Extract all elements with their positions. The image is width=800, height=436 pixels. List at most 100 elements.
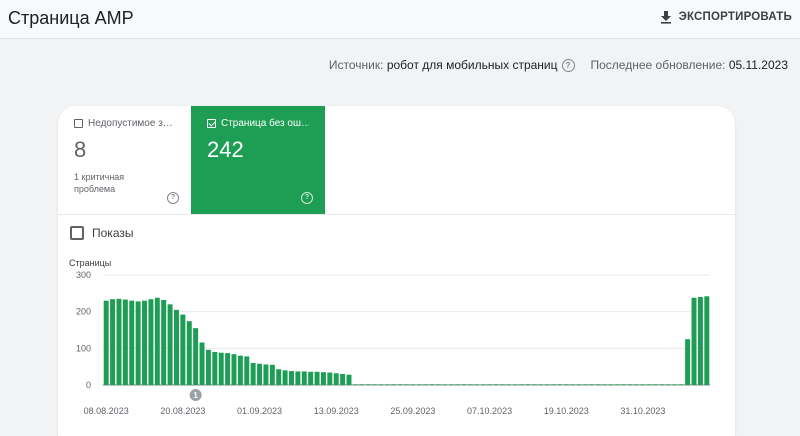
- bar: [359, 384, 365, 385]
- bar: [103, 300, 109, 385]
- bar: [557, 384, 563, 385]
- bar: [442, 384, 448, 385]
- bar: [659, 384, 665, 385]
- tile-valid[interactable]: Страница без ош… 242 ?: [191, 106, 325, 214]
- bar: [570, 384, 576, 385]
- bar: [672, 384, 678, 385]
- bar: [448, 384, 454, 385]
- tile-invalid[interactable]: Недопустимое з… 8 1 критичная проблема ?: [58, 106, 191, 214]
- help-icon[interactable]: ?: [561, 58, 575, 72]
- valid-count: 242: [207, 137, 244, 162]
- bar: [263, 364, 269, 385]
- bar: [327, 372, 333, 385]
- bar: [129, 300, 135, 385]
- bar: [314, 371, 320, 385]
- bar: [634, 384, 640, 385]
- bar: [199, 342, 205, 385]
- bar: [455, 384, 461, 385]
- x-tick-label: 25.09.2023: [390, 406, 435, 416]
- updated-label: Последнее обновление:: [590, 58, 726, 72]
- bar: [110, 299, 116, 385]
- y-tick-label: 100: [76, 343, 91, 353]
- bar: [550, 384, 556, 385]
- bar: [295, 371, 301, 385]
- bar: [595, 384, 601, 385]
- bar: [276, 369, 282, 385]
- impressions-toggle[interactable]: Показы: [70, 226, 133, 240]
- bar: [474, 384, 480, 385]
- pages-chart: Страницы 0 100 200 300 08.08.2023 20.08.2023 01…: [69, 258, 710, 416]
- bar: [173, 309, 179, 385]
- invalid-count: 8: [74, 137, 87, 162]
- bar: [704, 296, 710, 385]
- x-tick-label: 08.08.2023: [84, 406, 129, 416]
- x-tick-label: 20.08.2023: [160, 406, 205, 416]
- bar: [525, 384, 531, 385]
- y-axis-label: Страницы: [69, 258, 111, 268]
- bar: [435, 384, 441, 385]
- bar: [320, 372, 326, 385]
- bar: [678, 384, 684, 385]
- status-card: Недопустимое з… 8 1 критичная проблема ?…: [58, 106, 735, 436]
- bar: [225, 353, 231, 385]
- bar: [480, 384, 486, 385]
- y-tick-label: 300: [76, 270, 91, 280]
- bar: [531, 384, 537, 385]
- bar: [346, 374, 352, 385]
- source-value: робот для мобильных страниц: [386, 58, 558, 72]
- impressions-label: Показы: [92, 226, 134, 240]
- bar: [506, 384, 512, 385]
- bar: [372, 384, 378, 385]
- bar: [340, 374, 346, 385]
- bar: [665, 384, 671, 385]
- bar: [384, 384, 390, 385]
- y-tick-label: 200: [76, 307, 91, 317]
- bar: [589, 384, 595, 385]
- bar: [461, 384, 467, 385]
- invalid-label: Недопустимое з…: [88, 118, 173, 129]
- page-title: Страница AMP: [8, 8, 134, 28]
- top-bar: Страница AMP ЭКСПОРТИРОВАТЬ: [0, 0, 800, 39]
- invalid-help-icon[interactable]: ?: [167, 192, 179, 204]
- bar: [621, 384, 627, 385]
- bar: [423, 384, 429, 385]
- bar: [218, 352, 224, 385]
- bar: [614, 384, 620, 385]
- bar: [250, 363, 256, 385]
- export-label: ЭКСПОРТИРОВАТЬ: [678, 11, 792, 23]
- bar: [288, 371, 294, 385]
- bar: [602, 384, 608, 385]
- bar: [378, 384, 384, 385]
- x-tick-label: 01.09.2023: [237, 406, 282, 416]
- bar: [116, 298, 122, 385]
- x-tick-label: 19.10.2023: [544, 406, 589, 416]
- bar: [193, 328, 199, 385]
- bar: [142, 300, 148, 385]
- bar: [691, 297, 697, 385]
- bar: [544, 384, 550, 385]
- impressions-checkbox[interactable]: [70, 226, 84, 240]
- valid-label: Страница без ош…: [221, 118, 309, 129]
- invalid-checkbox[interactable]: [74, 119, 83, 128]
- updated-value: 05.11.2023: [728, 58, 788, 72]
- bar: [231, 354, 237, 385]
- bar: [646, 384, 652, 385]
- invalid-sub: 1 критичная проблема: [74, 172, 125, 194]
- bar: [512, 384, 518, 385]
- bar: [404, 384, 409, 385]
- bar: [205, 349, 211, 385]
- bar: [186, 321, 192, 385]
- annotation-label: 1: [193, 391, 198, 400]
- bar: [257, 363, 263, 385]
- report-meta: Источник: робот для мобильных страниц ? …: [329, 58, 788, 72]
- bar: [122, 299, 128, 385]
- bar: [365, 384, 371, 385]
- bar: [429, 384, 435, 385]
- bar: [269, 364, 275, 385]
- valid-checkbox[interactable]: [207, 119, 216, 128]
- bar: [685, 339, 691, 385]
- export-button[interactable]: ЭКСПОРТИРОВАТЬ: [659, 6, 792, 28]
- bar: [154, 297, 160, 385]
- bar: [653, 384, 659, 385]
- valid-help-icon[interactable]: ?: [301, 192, 313, 204]
